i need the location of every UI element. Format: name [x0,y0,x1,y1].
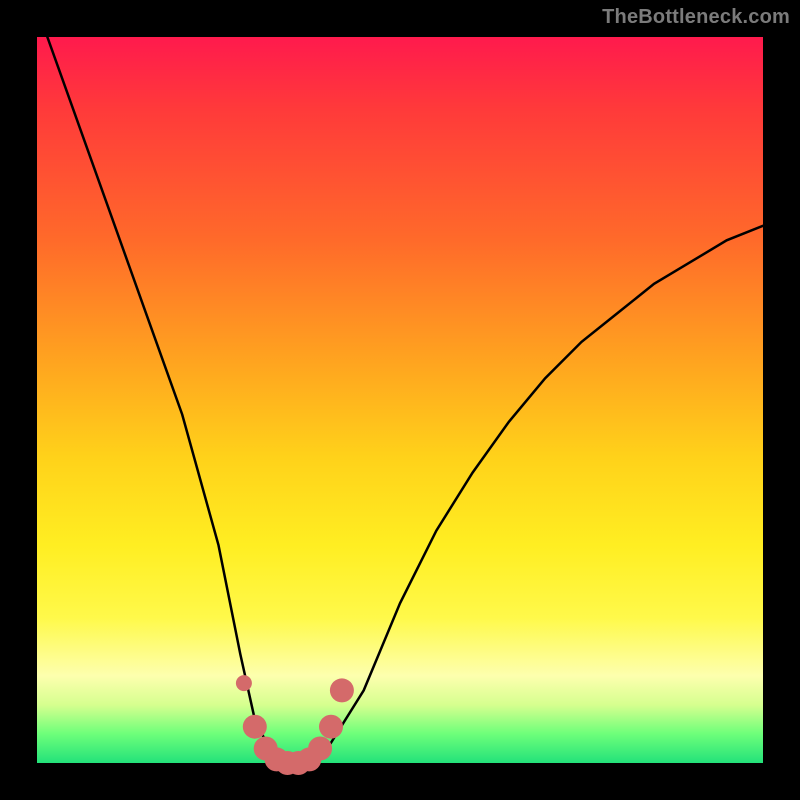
marker-dot [236,675,252,691]
curve-layer [37,37,763,763]
bottleneck-curve [37,8,763,763]
marker-dot [330,678,354,702]
marker-dot [319,715,343,739]
bottom-markers [236,675,354,775]
chart-frame: TheBottleneck.com [0,0,800,800]
watermark-text: TheBottleneck.com [602,6,790,29]
marker-dot [243,715,267,739]
marker-dot [308,737,332,761]
plot-area [37,37,763,763]
